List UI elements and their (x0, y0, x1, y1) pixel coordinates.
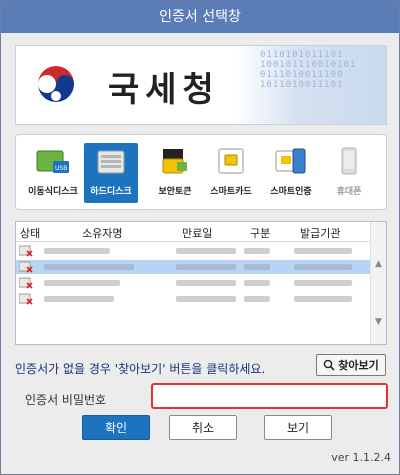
redacted-issuer (294, 296, 352, 302)
storage-label: 스마트카드 (210, 187, 252, 197)
redacted-issuer (294, 280, 352, 286)
find-certificate-button[interactable]: 찾아보기 (316, 354, 386, 376)
redacted-owner (44, 296, 114, 302)
redacted-expiry (176, 264, 236, 270)
table-row[interactable] (16, 244, 372, 258)
svg-text:USB: USB (55, 165, 67, 172)
find-button-label: 찾아보기 (338, 359, 379, 372)
redacted-type (244, 248, 270, 254)
redacted-type (244, 296, 270, 302)
redacted-type (244, 264, 270, 270)
org-name: 국세청 (108, 70, 220, 110)
col-type: 구분 (250, 227, 271, 240)
expired-certificate-icon (19, 245, 33, 257)
redacted-type (244, 280, 270, 286)
table-row[interactable] (16, 292, 372, 306)
smart-card-icon (218, 148, 244, 174)
storage-label: 이동식디스크 (28, 187, 78, 197)
redacted-expiry (176, 280, 236, 286)
redacted-expiry (176, 248, 236, 254)
redacted-expiry (176, 296, 236, 302)
storage-label: 휴대폰 (336, 187, 362, 197)
magnifier-icon (323, 359, 335, 371)
table-header: 상태 소유자명 만료일 구분 발급기관 (16, 222, 372, 242)
storage-mobile-phone: 휴대폰 (322, 143, 376, 203)
certificate-dialog: 인증서 선택창 0110101011101 100101110010101 01… (0, 0, 400, 475)
cancel-button[interactable]: 취소 (169, 415, 237, 440)
redacted-owner (44, 248, 110, 254)
storage-label: 스마트인증 (270, 187, 312, 197)
version-label: ver 1.1.2.4 (331, 451, 391, 464)
redacted-issuer (294, 248, 352, 254)
banner-binary-pattern: 0110101011101 100101110010101 0111010011… (260, 50, 357, 90)
storage-security-token[interactable]: 보안토큰 (148, 143, 202, 203)
storage-removable-disk[interactable]: USB 이동식디스크 (26, 143, 80, 203)
password-label: 인증서 비밀번호 (25, 393, 107, 407)
redacted-owner (44, 280, 120, 286)
hard-disk-icon (97, 150, 125, 174)
expired-certificate-icon (19, 293, 33, 305)
storage-label: 하드디스크 (90, 187, 132, 197)
view-certificate-button[interactable]: 보기 (264, 415, 332, 440)
storage-selector: USB 이동식디스크 하드디스크 보안토큰 스마트카드 스마트인증 휴대폰 (15, 134, 387, 210)
col-owner: 소유자명 (82, 227, 123, 240)
table-row[interactable] (16, 276, 372, 290)
col-status: 상태 (20, 227, 41, 240)
scroll-up-icon[interactable]: ▲ (371, 256, 386, 272)
window-title: 인증서 선택창 (1, 1, 399, 33)
storage-smart-card[interactable]: 스마트카드 (204, 143, 258, 203)
table-scrollbar[interactable]: ▲ ▼ (370, 222, 386, 344)
storage-smart-auth[interactable]: 스마트인증 (264, 143, 318, 203)
redacted-owner (44, 264, 134, 270)
find-hint-text: 인증서가 없을 경우 '찾아보기' 버튼을 클릭하세요. (15, 362, 266, 376)
certificate-password-input[interactable] (151, 383, 388, 409)
table-row[interactable] (16, 260, 372, 274)
expired-certificate-icon (19, 277, 33, 289)
smart-auth-icon (275, 148, 306, 174)
col-issuer: 발급기관 (300, 227, 341, 240)
expired-certificate-icon (19, 261, 33, 273)
security-token-icon (162, 149, 187, 174)
confirm-button[interactable]: 확인 (82, 415, 150, 440)
scroll-down-icon[interactable]: ▼ (371, 314, 386, 330)
certificate-list[interactable]: 상태 소유자명 만료일 구분 발급기관 ▲ ▼ (15, 221, 387, 345)
taegeuk-emblem-icon (33, 63, 79, 109)
org-banner: 0110101011101 100101110010101 0111010011… (15, 45, 387, 125)
redacted-issuer (294, 264, 352, 270)
col-expiry: 만료일 (182, 227, 213, 240)
usb-drive-icon: USB (36, 150, 69, 173)
storage-hard-disk[interactable]: 하드디스크 (84, 143, 138, 203)
mobile-phone-icon (341, 147, 357, 175)
